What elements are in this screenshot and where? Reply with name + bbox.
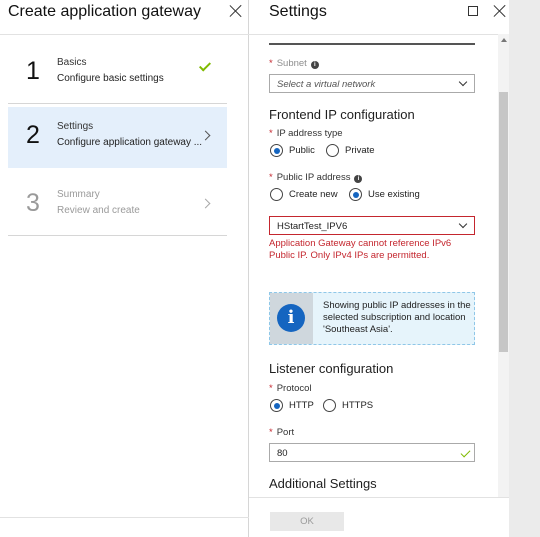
divider	[0, 517, 249, 518]
divider	[249, 497, 509, 498]
blade-title: Settings	[269, 3, 327, 20]
divider	[0, 34, 249, 35]
port-input[interactable]: 80	[269, 443, 475, 462]
required-asterisk: *	[269, 427, 273, 438]
checkmark-icon	[198, 59, 212, 72]
step-subtitle: Review and create	[57, 205, 140, 216]
public-ip-label-text: Public IP address	[276, 172, 351, 183]
step-title: Settings	[57, 121, 94, 132]
public-ip-select[interactable]: HStartTest_IPV6	[269, 216, 475, 235]
subnet-select[interactable]: Select a virtual network	[269, 74, 475, 93]
step-number: 3	[26, 189, 40, 217]
required-asterisk: *	[269, 172, 273, 183]
radio-label: HTTP	[289, 400, 314, 411]
subnet-label: * Subnet i	[269, 58, 319, 69]
step-basics[interactable]: 1 Basics Configure basic settings	[8, 43, 227, 104]
step-subtitle: Configure application gateway ...	[57, 137, 203, 148]
port-label: * Port	[269, 427, 294, 438]
background-gutter	[509, 0, 540, 537]
radio-label: HTTPS	[342, 400, 374, 411]
port-label-text: Port	[276, 427, 295, 438]
radio-label: Create new	[289, 189, 338, 200]
radio-use-existing[interactable]: Use existing	[349, 188, 420, 201]
close-icon[interactable]	[229, 4, 243, 18]
protocol-label-text: Protocol	[276, 383, 312, 394]
info-banner: i Showing public IP addresses in the sel…	[269, 292, 475, 345]
required-asterisk: *	[269, 383, 273, 394]
field-border	[269, 43, 475, 45]
radio-label: Public	[289, 145, 315, 156]
settings-blade: Settings * Subnet i Select a virtual netwo…	[249, 0, 509, 537]
frontend-section-title: Frontend IP configuration	[269, 107, 415, 122]
subnet-label-text: Subnet	[276, 58, 307, 69]
step-summary[interactable]: 3 Summary Review and create	[8, 175, 227, 236]
public-ip-label: * Public IP address i	[269, 172, 363, 183]
create-gateway-blade: Create application gateway 1 Basics Conf…	[0, 0, 249, 537]
step-title: Summary	[57, 189, 100, 200]
radio-label: Private	[345, 145, 375, 156]
radio-public[interactable]: Public	[270, 144, 315, 157]
step-subtitle: Configure basic settings	[57, 73, 164, 84]
required-asterisk: *	[269, 128, 273, 139]
radio-create-new[interactable]: Create new	[270, 188, 338, 201]
info-icon[interactable]: i	[310, 61, 319, 69]
radio-circle[interactable]	[270, 144, 283, 157]
ip-type-label-text: IP address type	[276, 128, 343, 139]
maximize-icon[interactable]	[468, 6, 478, 16]
radio-private[interactable]: Private	[326, 144, 375, 157]
step-number: 2	[26, 121, 40, 149]
divider	[249, 34, 509, 35]
ip-type-label: * IP address type	[269, 128, 343, 139]
info-message: Showing public IP addresses in the selec…	[323, 300, 471, 335]
scrollbar-thumb[interactable]	[499, 92, 508, 352]
listener-section-title: Listener configuration	[269, 361, 394, 376]
radio-circle[interactable]	[270, 188, 283, 201]
radio-circle[interactable]	[270, 399, 283, 412]
port-value: 80	[277, 448, 288, 459]
radio-circle[interactable]	[349, 188, 362, 201]
chevron-down-icon	[458, 77, 468, 87]
radio-https[interactable]: HTTPS	[323, 399, 373, 412]
close-icon[interactable]	[493, 4, 507, 18]
required-asterisk: *	[269, 58, 273, 69]
info-icon: i	[277, 304, 305, 332]
chevron-down-icon	[458, 219, 468, 229]
checkmark-icon	[460, 447, 471, 458]
info-banner-icon-bg: i	[270, 293, 313, 344]
scroll-up-arrow-icon[interactable]	[501, 38, 507, 42]
radio-circle[interactable]	[326, 144, 339, 157]
blade-title: Create application gateway	[8, 3, 202, 20]
step-settings[interactable]: 2 Settings Configure application gateway…	[8, 107, 227, 168]
radio-circle[interactable]	[323, 399, 336, 412]
step-number: 1	[26, 57, 40, 85]
radio-label: Use existing	[368, 189, 420, 200]
info-icon[interactable]: i	[354, 175, 363, 183]
public-ip-value: HStartTest_IPV6	[277, 221, 348, 232]
additional-settings-title: Additional Settings	[269, 476, 377, 491]
error-message: Application Gateway cannot reference IPv…	[269, 238, 452, 261]
protocol-label: * Protocol	[269, 383, 312, 394]
subnet-placeholder: Select a virtual network	[277, 79, 376, 90]
ok-button[interactable]: OK	[270, 512, 344, 531]
radio-http[interactable]: HTTP	[270, 399, 314, 412]
step-title: Basics	[57, 57, 87, 68]
